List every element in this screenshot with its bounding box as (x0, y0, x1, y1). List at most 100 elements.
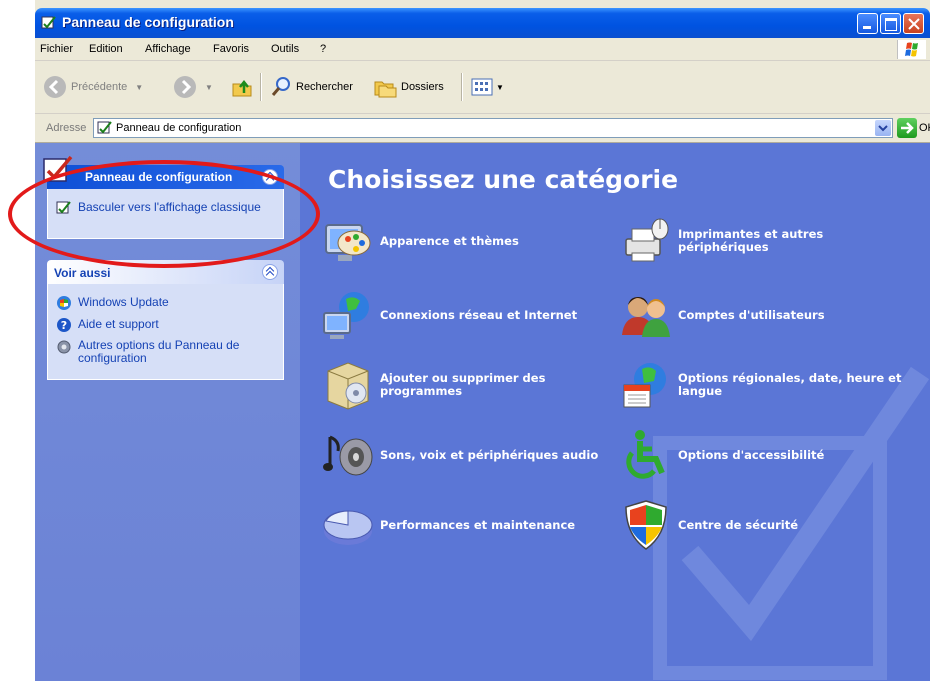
search-label: Rechercher (296, 81, 353, 93)
back-arrow-icon (44, 76, 66, 98)
see-also-title: Voir aussi (54, 266, 111, 280)
switch-classic-view-label: Basculer vers l'affichage classique (78, 200, 261, 214)
window-title: Panneau de configuration (62, 14, 234, 30)
toolbar-separator (260, 73, 262, 101)
close-button[interactable] (903, 13, 924, 34)
category-performance-maintenance[interactable]: Performances et maintenance (320, 497, 580, 553)
go-arrow-icon (901, 122, 914, 134)
category-security-center[interactable]: Centre de sécurité (618, 497, 878, 553)
collapse-icon[interactable] (262, 264, 278, 280)
category-appearance-themes[interactable]: Apparence et thèmes (320, 213, 580, 269)
category-user-accounts[interactable]: Comptes d'utilisateurs (618, 287, 878, 343)
svg-text:?: ? (61, 319, 67, 332)
category-label: Options régionales, date, heure et langu… (678, 371, 902, 398)
help-support-label: Aide et support (78, 317, 159, 331)
see-also-box-header[interactable]: Voir aussi (47, 260, 284, 284)
category-label: Options d'accessibilité (678, 447, 825, 462)
control-panel-box-header[interactable]: Panneau de configuration (43, 155, 284, 189)
forward-arrow-icon (174, 76, 196, 98)
category-label: Connexions réseau et Internet (380, 307, 578, 322)
windows-flag-icon (897, 40, 926, 59)
address-label: Adresse (46, 122, 87, 134)
menu-outils[interactable]: Outils (271, 43, 299, 55)
toolbar: Précédente ▼ ▼ Rechercher Dossiers ▼ (35, 61, 930, 114)
views-icon (471, 78, 493, 96)
title-bar[interactable]: Panneau de configuration (35, 8, 930, 38)
address-input[interactable]: Panneau de configuration (93, 118, 893, 138)
menu-help[interactable]: ? (320, 43, 326, 55)
category-label: Comptes d'utilisateurs (678, 307, 825, 322)
category-label: Apparence et thèmes (380, 233, 519, 248)
users-icon (622, 297, 670, 337)
category-label: Ajouter ou supprimer des programmes (380, 371, 546, 398)
windows-update-icon (57, 296, 71, 310)
category-add-remove-programs[interactable]: Ajouter ou supprimer des programmes (320, 357, 580, 413)
forward-button[interactable]: ▼ (173, 61, 213, 113)
see-also-box-body: Windows Update ? Aide et support Autres … (47, 284, 284, 380)
back-label: Précédente (71, 81, 128, 93)
help-support-link[interactable]: ? Aide et support (56, 317, 271, 333)
folders-button[interactable]: Dossiers (373, 61, 444, 113)
up-button[interactable] (230, 61, 254, 113)
views-dropdown-icon[interactable]: ▼ (496, 83, 504, 92)
address-dropdown-button[interactable] (875, 120, 891, 136)
address-bar: Adresse Panneau de configuration OK (35, 114, 930, 143)
menu-bar: Fichier Edition Affichage Favoris Outils… (35, 38, 930, 61)
menu-favoris[interactable]: Favoris (213, 43, 249, 55)
printer-mouse-icon (625, 218, 669, 262)
category-regional-options[interactable]: Options régionales, date, heure et langu… (618, 357, 908, 413)
category-label: Performances et maintenance (380, 517, 576, 532)
back-dropdown-icon[interactable]: ▼ (135, 83, 143, 92)
category-accessibility[interactable]: Options d'accessibilité (618, 427, 878, 483)
windows-update-link[interactable]: Windows Update (56, 295, 271, 311)
security-shield-icon (625, 500, 667, 550)
search-button[interactable]: Rechercher (270, 61, 353, 113)
control-panel-small-icon (56, 201, 71, 214)
main-heading: Choisissez une catégorie (328, 165, 679, 194)
control-panel-box-title: Panneau de configuration (85, 170, 233, 184)
address-value: Panneau de configuration (116, 122, 242, 134)
close-icon (908, 18, 920, 30)
explorer-window: Panneau de configuration Fichier Edition… (35, 0, 930, 681)
back-button[interactable]: Précédente ▼ (43, 61, 143, 113)
toolbar-separator (461, 73, 463, 101)
category-label: Imprimantes et autres périphériques (678, 227, 824, 254)
go-label[interactable]: OK (919, 122, 930, 134)
minimize-button[interactable] (857, 13, 878, 34)
maximize-button[interactable] (880, 13, 901, 34)
other-options-label: Autres options du Panneau de configurati… (78, 338, 240, 365)
menu-fichier[interactable]: Fichier (40, 43, 73, 55)
go-button[interactable] (897, 118, 917, 138)
chevron-down-icon (878, 125, 888, 132)
programs-box-icon (327, 362, 369, 410)
collapse-icon[interactable] (262, 169, 278, 185)
search-icon (271, 77, 290, 96)
control-panel-icon (97, 121, 112, 134)
wheelchair-icon (626, 430, 665, 479)
switch-classic-view-link[interactable]: Basculer vers l'affichage classique (56, 200, 266, 216)
category-label: Centre de sécurité (678, 517, 798, 532)
speaker-note-icon (323, 435, 373, 476)
palette-monitor-icon (325, 224, 371, 261)
control-panel-icon (41, 16, 56, 29)
control-panel-large-icon (43, 155, 73, 182)
category-printers[interactable]: Imprimantes et autres périphériques (618, 213, 888, 269)
folder-up-icon (232, 79, 252, 97)
menu-affichage[interactable]: Affichage (145, 43, 191, 55)
category-label: Sons, voix et périphériques audio (380, 447, 599, 462)
folders-icon (374, 81, 397, 98)
category-sounds-audio[interactable]: Sons, voix et périphériques audio (320, 427, 600, 483)
content-area: Panneau de configuration Basculer vers l… (35, 143, 930, 681)
views-button[interactable]: ▼ (471, 61, 504, 113)
control-panel-box-body: Basculer vers l'affichage classique (47, 189, 284, 239)
menu-edition[interactable]: Edition (89, 43, 123, 55)
network-globe-icon (323, 292, 369, 339)
pie-chart-icon (323, 510, 373, 545)
category-network-internet[interactable]: Connexions réseau et Internet (320, 287, 600, 343)
folders-label: Dossiers (401, 81, 444, 93)
other-options-link[interactable]: Autres options du Panneau de configurati… (56, 339, 271, 365)
forward-dropdown-icon[interactable]: ▼ (205, 83, 213, 92)
globe-calendar-icon (623, 363, 666, 408)
task-pane: Panneau de configuration Basculer vers l… (35, 143, 300, 681)
help-icon: ? (57, 318, 71, 332)
